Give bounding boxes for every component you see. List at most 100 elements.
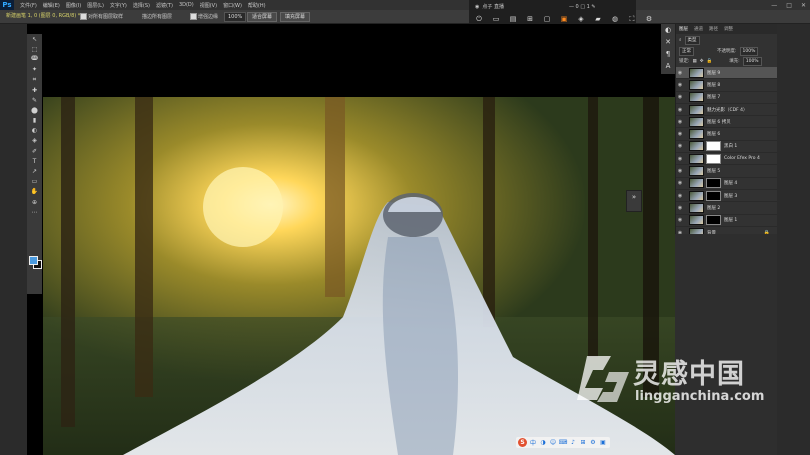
type-tool-icon[interactable]: T [27, 156, 42, 166]
layer-row[interactable]: ◉ 魅力光影（CDF 4） [676, 104, 778, 117]
hand-tool-icon[interactable]: ✋ [27, 187, 42, 197]
layer-mask-thumbnail[interactable] [706, 178, 721, 189]
fill-screen-button[interactable]: 填充屏幕 [280, 12, 311, 22]
close-icon[interactable]: ✕ [801, 2, 806, 9]
fill-field[interactable]: 100% [742, 56, 762, 66]
visibility-eye-icon[interactable]: ◉ [676, 217, 684, 223]
document-tab[interactable]: 新建画笔 1, 0 (图层 0, RGB/8) * [6, 12, 80, 19]
lock-position-icon[interactable]: ✥ [700, 59, 704, 64]
menu-window[interactable]: 窗口(W) [223, 2, 242, 9]
layer-row[interactable]: ◉ 黑白 1 [676, 141, 778, 154]
chat-icon[interactable]: ▭ [490, 14, 502, 24]
visibility-eye-icon[interactable]: ◉ [676, 168, 684, 174]
visibility-eye-icon[interactable]: ◉ [676, 193, 684, 199]
layer-mask-thumbnail[interactable] [706, 153, 721, 164]
menu-edit[interactable]: 编辑(E) [43, 2, 60, 9]
more-tools-icon[interactable]: ⋯ [27, 207, 42, 217]
menu-filter[interactable]: 滤镜(T) [156, 2, 173, 9]
menu-help[interactable]: 帮助(H) [248, 2, 266, 9]
ime-settings-icon[interactable]: ⚙ [589, 439, 597, 447]
crop-icon[interactable]: ▣ [558, 14, 570, 24]
enhance-edge-checkbox[interactable] [190, 13, 197, 20]
visibility-eye-icon[interactable]: ◉ [676, 156, 684, 162]
ime-skin-icon[interactable]: ▣ [599, 439, 607, 447]
ime-halfwidth-icon[interactable]: ◑ [539, 439, 547, 447]
tab-channels[interactable]: 通道 [694, 26, 703, 32]
crop-tool-icon[interactable]: ⌗ [27, 75, 42, 85]
stamp-tool-icon[interactable]: ▮ [27, 116, 42, 126]
sample-all-checkbox[interactable] [80, 13, 87, 20]
tab-paths[interactable]: 路径 [709, 26, 718, 32]
layer-row[interactable]: ◉ Color Efex Pro 4 [676, 153, 778, 166]
character-icon[interactable]: A [661, 60, 675, 72]
foreground-color-swatch[interactable] [29, 256, 38, 265]
ime-chinese-icon[interactable]: 中 [529, 439, 537, 447]
marquee-tool-icon[interactable]: ⬚ [27, 44, 42, 54]
menu-file[interactable]: 文件(F) [20, 2, 37, 9]
layer-row[interactable]: ◉ 图层 9 [676, 67, 778, 80]
ime-toolbox-icon[interactable]: ⊞ [579, 439, 587, 447]
cup-icon[interactable]: ▢ [541, 14, 553, 24]
opacity-field[interactable]: 100% [739, 46, 759, 56]
visibility-eye-icon[interactable]: ◉ [676, 82, 684, 88]
blend-mode-select[interactable]: 正常 [679, 46, 694, 56]
ime-voice-icon[interactable]: ♪ [569, 439, 577, 447]
menu-image[interactable]: 图像(I) [66, 2, 81, 9]
visibility-eye-icon[interactable]: ◉ [676, 143, 684, 149]
paragraph-icon[interactable]: ¶ [661, 48, 675, 60]
visibility-eye-icon[interactable]: ◉ [676, 205, 684, 211]
visibility-eye-icon[interactable]: ◉ [676, 119, 684, 125]
visibility-eye-icon[interactable]: ◉ [676, 107, 684, 113]
lock-all-icon[interactable]: 🔒 [707, 59, 713, 64]
menu-layer[interactable]: 图层(L) [87, 2, 104, 9]
layer-row[interactable]: ◉ 图层 2 [676, 202, 778, 215]
zoom-field[interactable]: 100% [224, 12, 247, 22]
layer-row[interactable]: ◉ 图层 5 [676, 165, 778, 178]
menu-select[interactable]: 选择(S) [133, 2, 150, 9]
panel-arrow-icon[interactable]: » [627, 191, 641, 203]
lasso-tool-icon[interactable]: ↈ [27, 54, 42, 64]
zoom-tool-icon[interactable]: ⊕ [27, 197, 42, 207]
adjust-icon[interactable]: ◐ [661, 24, 675, 36]
menu-3d[interactable]: 3D(D) [179, 2, 194, 8]
eyedropper-tool-icon[interactable]: ✚ [27, 85, 42, 95]
minimize-icon[interactable]: — [771, 2, 777, 9]
mini-panel[interactable]: » [626, 190, 642, 212]
brush-tool-icon[interactable]: ⬤ [27, 105, 42, 115]
layer-row[interactable]: ◉ 图层 6 [676, 128, 778, 141]
user-icon[interactable]: ◍ [609, 14, 621, 24]
settings-icon[interactable]: ⚙ [643, 14, 655, 24]
tag-icon[interactable]: ◈ [575, 14, 587, 24]
path-select-tool-icon[interactable]: ↗ [27, 166, 42, 176]
layer-row[interactable]: ◉ 图层 6 拷贝 [676, 116, 778, 129]
layer-row[interactable]: ◉ 图层 8 [676, 79, 778, 92]
lock-pixels-icon[interactable]: ▦ [693, 59, 697, 64]
layer-mask-thumbnail[interactable] [706, 190, 721, 201]
quick-select-tool-icon[interactable]: ✦ [27, 65, 42, 75]
ime-emoji-icon[interactable]: ☺ [549, 439, 557, 447]
shape-tool-icon[interactable]: ▭ [27, 177, 42, 187]
visibility-eye-icon[interactable]: ◉ [676, 131, 684, 137]
visibility-eye-icon[interactable]: ◉ [676, 94, 684, 100]
fit-screen-button[interactable]: 适合屏幕 [247, 12, 278, 22]
layer-mask-thumbnail[interactable] [706, 215, 721, 226]
layer-row[interactable]: ◉ 图层 3 [676, 190, 778, 203]
pen-tool-icon[interactable]: ✐ [27, 146, 42, 156]
gift-icon[interactable]: ⊞ [524, 14, 536, 24]
fullscreen-icon[interactable]: ⛶ [626, 14, 638, 24]
layer-row[interactable]: ◉ 图层 7 [676, 92, 778, 104]
tab-adjustments[interactable]: 调整 [724, 26, 733, 32]
visibility-eye-icon[interactable]: ◉ [676, 70, 684, 76]
layer-kind-select[interactable]: 类型 [684, 35, 700, 45]
power-icon[interactable]: ⏻ [473, 14, 485, 24]
doc-icon[interactable]: ▤ [507, 14, 519, 24]
tab-layers[interactable]: 图层 [679, 26, 688, 32]
layer-row[interactable]: ◉ 图层 4 [676, 178, 778, 190]
menu-type[interactable]: 文字(Y) [110, 2, 127, 9]
maximize-icon[interactable]: □ [786, 2, 792, 9]
move-tool-icon[interactable]: ↖ [27, 34, 42, 44]
ime-keyboard-icon[interactable]: ⌨ [559, 439, 568, 447]
lock-icon[interactable]: ▰ [592, 14, 604, 24]
layer-mask-thumbnail[interactable] [706, 141, 721, 152]
menu-view[interactable]: 视图(V) [200, 2, 217, 9]
